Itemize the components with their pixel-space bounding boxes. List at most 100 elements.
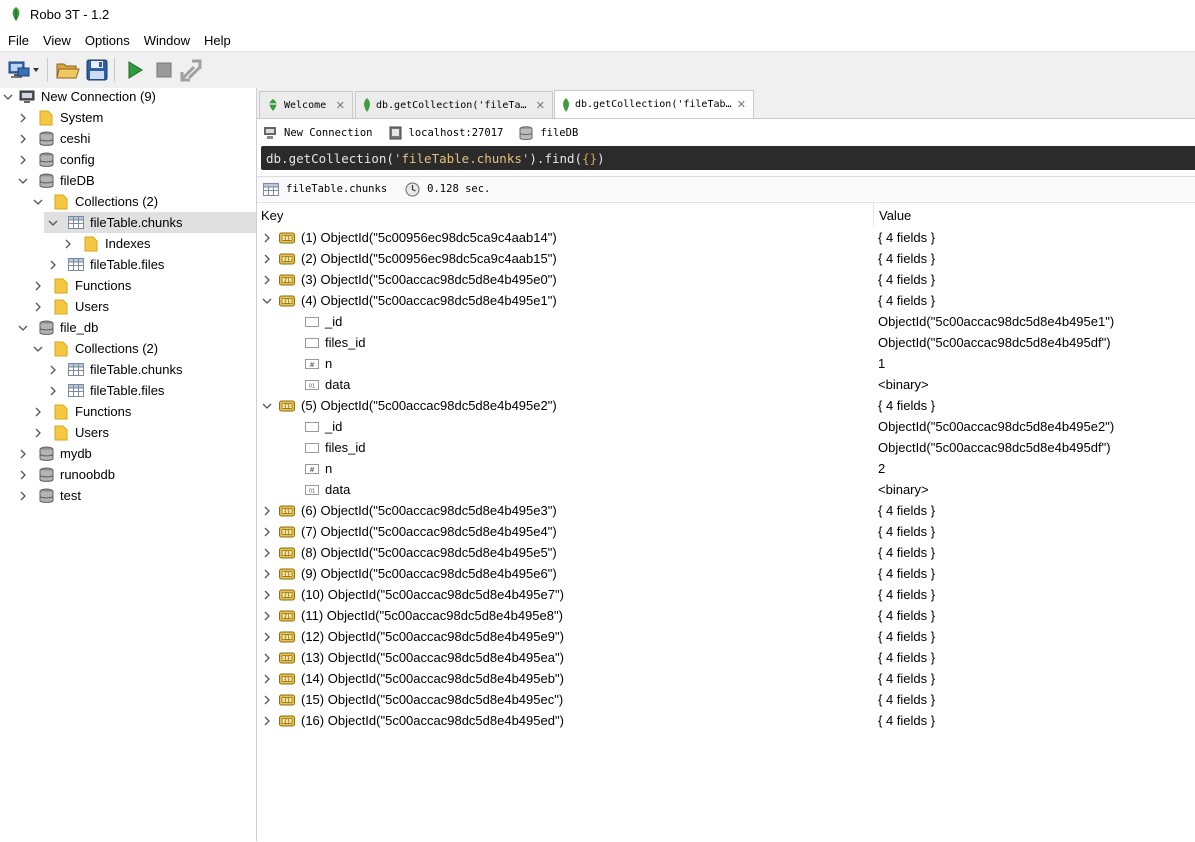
close-icon[interactable]: ✕: [536, 99, 545, 112]
tree-item[interactable]: mydb: [0, 443, 256, 464]
chevron-right-icon[interactable]: [17, 133, 29, 145]
tree-item[interactable]: Users: [0, 422, 256, 443]
document-row[interactable]: {} (4) ObjectId("5c00accac98dc5d8e4b495e1…: [261, 290, 557, 311]
tree-item[interactable]: System: [0, 107, 256, 128]
chevron-right-icon[interactable]: [32, 280, 44, 292]
row-value[interactable]: { 4 fields }: [878, 395, 935, 416]
tree-item[interactable]: config: [0, 149, 256, 170]
document-row[interactable]: {} (10) ObjectId("5c00accac98dc5d8e4b495e…: [261, 584, 564, 605]
row-value[interactable]: { 4 fields }: [878, 542, 935, 563]
chevron-right-icon[interactable]: [17, 469, 29, 481]
row-value[interactable]: { 4 fields }: [878, 248, 935, 269]
chevron-right-icon[interactable]: [17, 112, 29, 124]
chevron-right-icon[interactable]: [261, 526, 273, 538]
tree-item[interactable]: Functions: [0, 275, 256, 296]
chevron-right-icon[interactable]: [261, 232, 273, 244]
tree-item[interactable]: file_db: [0, 317, 256, 338]
tree-item[interactable]: Functions: [0, 401, 256, 422]
chevron-down-icon[interactable]: [32, 196, 44, 208]
row-value[interactable]: { 4 fields }: [878, 647, 935, 668]
row-value[interactable]: ObjectId("5c00accac98dc5d8e4b495e2"): [878, 416, 1114, 437]
chevron-right-icon[interactable]: [261, 253, 273, 265]
row-value[interactable]: { 4 fields }: [878, 500, 935, 521]
row-value[interactable]: 1: [878, 353, 885, 374]
row-value[interactable]: { 4 fields }: [878, 689, 935, 710]
document-row[interactable]: {} (11) ObjectId("5c00accac98dc5d8e4b495e…: [261, 605, 563, 626]
chevron-right-icon[interactable]: [261, 631, 273, 643]
chevron-right-icon[interactable]: [17, 490, 29, 502]
chevron-right-icon[interactable]: [261, 547, 273, 559]
menu-view[interactable]: View: [36, 33, 78, 48]
row-value[interactable]: ObjectId("5c00accac98dc5d8e4b495df"): [878, 332, 1111, 353]
row-value[interactable]: ObjectId("5c00accac98dc5d8e4b495df"): [878, 437, 1111, 458]
document-row[interactable]: {} (14) ObjectId("5c00accac98dc5d8e4b495e…: [261, 668, 564, 689]
chevron-right-icon[interactable]: [261, 715, 273, 727]
document-row[interactable]: {} (1) ObjectId("5c00956ec98dc5ca9c4aab14…: [261, 227, 557, 248]
tree-item[interactable]: ceshi: [0, 128, 256, 149]
chevron-right-icon[interactable]: [261, 568, 273, 580]
document-row[interactable]: {} (5) ObjectId("5c00accac98dc5d8e4b495e2…: [261, 395, 557, 416]
column-divider[interactable]: [873, 203, 874, 227]
tree-connection[interactable]: New Connection (9): [0, 86, 256, 107]
query-editor[interactable]: db.getCollection('fileTable.chunks').fin…: [261, 146, 1195, 170]
document-row[interactable]: {} (15) ObjectId("5c00accac98dc5d8e4b495e…: [261, 689, 563, 710]
chevron-right-icon[interactable]: [32, 427, 44, 439]
row-value[interactable]: ObjectId("5c00accac98dc5d8e4b495e1"): [878, 311, 1114, 332]
chevron-down-icon[interactable]: [261, 400, 273, 412]
close-icon[interactable]: ✕: [737, 98, 746, 111]
tree-item[interactable]: fileTable.chunks: [44, 212, 256, 233]
close-icon[interactable]: ✕: [336, 99, 345, 112]
tree-item[interactable]: fileDB: [0, 170, 256, 191]
menu-options[interactable]: Options: [78, 33, 137, 48]
chevron-right-icon[interactable]: [47, 385, 59, 397]
execute-button[interactable]: [122, 57, 148, 83]
chevron-right-icon[interactable]: [261, 694, 273, 706]
row-value[interactable]: { 4 fields }: [878, 605, 935, 626]
chevron-down-icon[interactable]: [47, 217, 59, 229]
tree-item[interactable]: fileTable.files: [0, 254, 256, 275]
chevron-down-icon[interactable]: [32, 343, 44, 355]
stop-button[interactable]: [151, 57, 177, 83]
document-row[interactable]: {} (6) ObjectId("5c00accac98dc5d8e4b495e3…: [261, 500, 557, 521]
document-row[interactable]: {} (16) ObjectId("5c00accac98dc5d8e4b495e…: [261, 710, 564, 731]
tree-item[interactable]: runoobdb: [0, 464, 256, 485]
chevron-right-icon[interactable]: [261, 274, 273, 286]
chevron-right-icon[interactable]: [261, 505, 273, 517]
tree-item[interactable]: Indexes: [0, 233, 256, 254]
save-button[interactable]: [84, 57, 110, 83]
chevron-down-icon[interactable]: [261, 295, 273, 307]
chevron-down-icon[interactable]: [2, 91, 14, 103]
open-button[interactable]: [55, 57, 81, 83]
tree-item[interactable]: Users: [0, 296, 256, 317]
key-column-header[interactable]: Key: [261, 203, 283, 227]
tab-query-2[interactable]: db.getCollection('fileTab… ✕: [554, 90, 754, 118]
document-row[interactable]: {} (9) ObjectId("5c00accac98dc5d8e4b495e6…: [261, 563, 557, 584]
row-value[interactable]: { 4 fields }: [878, 521, 935, 542]
chevron-right-icon[interactable]: [261, 673, 273, 685]
tree-item[interactable]: Collections (2): [0, 338, 256, 359]
chevron-right-icon[interactable]: [261, 610, 273, 622]
document-row[interactable]: {} (8) ObjectId("5c00accac98dc5d8e4b495e5…: [261, 542, 557, 563]
row-value[interactable]: { 4 fields }: [878, 563, 935, 584]
row-value[interactable]: <binary>: [878, 479, 929, 500]
row-value[interactable]: { 4 fields }: [878, 269, 935, 290]
row-value[interactable]: { 4 fields }: [878, 584, 935, 605]
document-row[interactable]: {} (13) ObjectId("5c00accac98dc5d8e4b495e…: [261, 647, 564, 668]
field-row[interactable]: # n: [299, 458, 332, 479]
tree-item[interactable]: fileTable.files: [0, 380, 256, 401]
tree-item[interactable]: test: [0, 485, 256, 506]
connect-button[interactable]: [3, 57, 43, 83]
document-row[interactable]: {} (2) ObjectId("5c00956ec98dc5ca9c4aab15…: [261, 248, 557, 269]
field-row[interactable]: _id: [299, 311, 342, 332]
chevron-right-icon[interactable]: [47, 364, 59, 376]
field-row[interactable]: 01 data: [299, 479, 350, 500]
field-row[interactable]: 01 data: [299, 374, 350, 395]
chevron-right-icon[interactable]: [47, 259, 59, 271]
field-row[interactable]: files_id: [299, 437, 365, 458]
field-row[interactable]: # n: [299, 353, 332, 374]
row-value[interactable]: <binary>: [878, 374, 929, 395]
document-row[interactable]: {} (12) ObjectId("5c00accac98dc5d8e4b495e…: [261, 626, 564, 647]
chevron-right-icon[interactable]: [62, 238, 74, 250]
menu-window[interactable]: Window: [137, 33, 197, 48]
chevron-right-icon[interactable]: [261, 589, 273, 601]
